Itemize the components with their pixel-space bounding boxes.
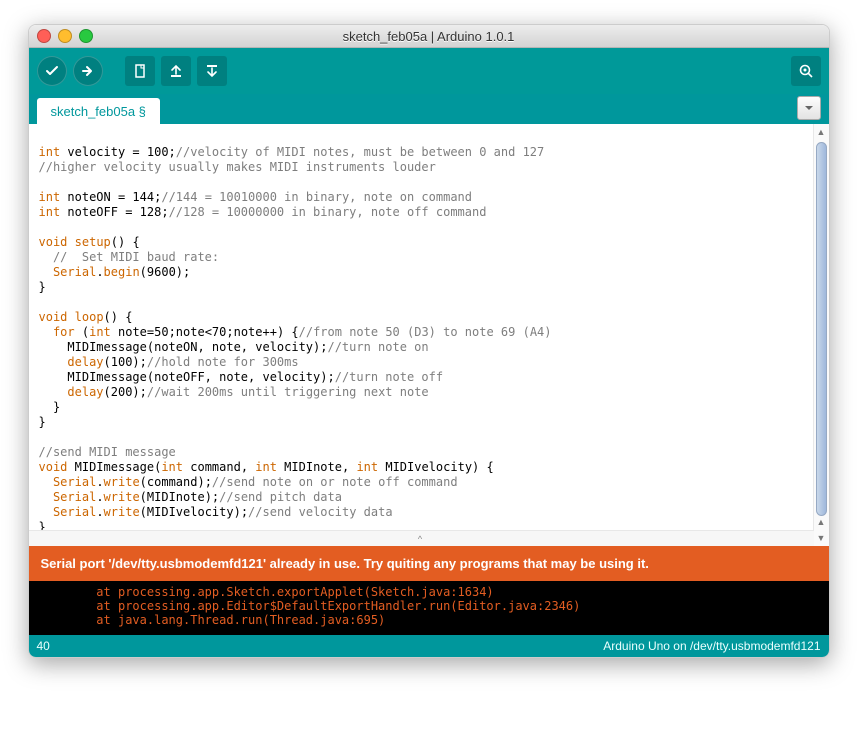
console[interactable]: at processing.app.Sketch.exportApplet(Sk… (29, 581, 829, 635)
serial-monitor-button[interactable] (791, 56, 821, 86)
scroll-up-icon[interactable]: ▲ (814, 124, 829, 140)
line-number: 40 (37, 639, 50, 653)
status-bar: 40 Arduino Uno on /dev/tty.usbmodemfd121 (29, 635, 829, 657)
board-port: Arduino Uno on /dev/tty.usbmodemfd121 (603, 639, 820, 653)
open-button[interactable] (161, 56, 191, 86)
console-line: at processing.app.Sketch.exportApplet(Sk… (39, 585, 494, 599)
error-message: Serial port '/dev/tty.usbmodemfd121' alr… (41, 556, 649, 571)
close-icon[interactable] (37, 29, 51, 43)
split-handle[interactable]: ^ (29, 530, 814, 546)
upload-button[interactable] (73, 56, 103, 86)
save-button[interactable] (197, 56, 227, 86)
console-line: at java.lang.Thread.run(Thread.java:695) (39, 613, 386, 627)
titlebar[interactable]: sketch_feb05a | Arduino 1.0.1 (29, 25, 829, 48)
toolbar (29, 48, 829, 94)
tab-label: sketch_feb05a § (51, 104, 146, 119)
scrollbar-thumb[interactable] (816, 142, 827, 516)
zoom-icon[interactable] (79, 29, 93, 43)
console-line: at processing.app.Editor$DefaultExportHa… (39, 599, 581, 613)
scroll-down-icon-2[interactable]: ▼ (814, 530, 829, 546)
error-bar: Serial port '/dev/tty.usbmodemfd121' alr… (29, 546, 829, 581)
verify-button[interactable] (37, 56, 67, 86)
scroll-down-icon[interactable]: ▲ (814, 514, 829, 530)
window-title: sketch_feb05a | Arduino 1.0.1 (93, 29, 765, 44)
tab-menu-button[interactable] (797, 96, 821, 120)
code-content[interactable]: int velocity = 100;//velocity of MIDI no… (29, 124, 829, 541)
new-button[interactable] (125, 56, 155, 86)
window: sketch_feb05a | Arduino 1.0.1 sketch_feb… (28, 24, 830, 658)
tab-sketch[interactable]: sketch_feb05a § (37, 98, 160, 124)
chevron-down-icon (804, 103, 814, 113)
vertical-scrollbar[interactable]: ▲ ▲ ▼ (813, 124, 829, 546)
window-controls (37, 29, 93, 43)
tab-bar: sketch_feb05a § (29, 94, 829, 124)
minimize-icon[interactable] (58, 29, 72, 43)
code-editor[interactable]: int velocity = 100;//velocity of MIDI no… (29, 124, 829, 546)
